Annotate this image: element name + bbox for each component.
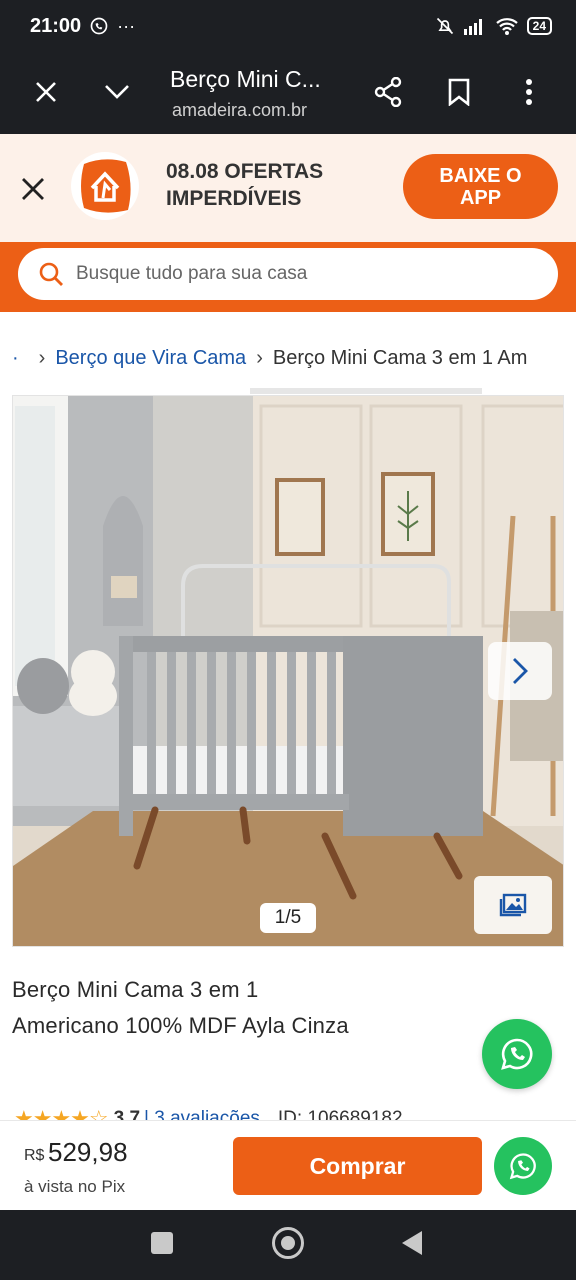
share-button[interactable]: [368, 72, 408, 112]
wifi-icon: [495, 18, 518, 35]
download-app-label-line1: BAIXE O: [439, 164, 522, 187]
price-value: 529,98: [48, 1137, 128, 1167]
status-time: 21:00: [30, 14, 82, 37]
download-app-label-line2: APP: [459, 186, 502, 209]
whatsapp-icon: [501, 1038, 533, 1070]
close-icon: [22, 178, 44, 200]
breadcrumb-link[interactable]: Berço que Vira Cama: [55, 347, 246, 370]
android-nav-bar: [0, 1210, 576, 1280]
price-note: à vista no Pix: [24, 1177, 126, 1196]
breadcrumb-overflow-marker: ·: [12, 346, 19, 369]
back-button[interactable]: [402, 1231, 422, 1255]
bookmark-icon: [448, 78, 470, 106]
whatsapp-float-button[interactable]: [482, 1019, 552, 1089]
search-band: Busque tudo para sua casa: [0, 242, 576, 312]
breadcrumb: · › Berço que Vira Cama › Berço Mini Cam…: [12, 340, 562, 376]
download-app-button[interactable]: BAIXE O APP: [403, 154, 558, 219]
promo-text-line2: IMPERDÍVEIS: [166, 187, 302, 210]
chevron-right-icon: [513, 658, 528, 684]
promo-text-line1: 08.08 OFERTAS: [166, 160, 324, 183]
buy-button[interactable]: Comprar: [233, 1137, 482, 1195]
madeira-logo-icon: [71, 152, 139, 220]
share-icon: [374, 77, 402, 107]
breadcrumb-scrollbar[interactable]: [250, 388, 482, 394]
whatsapp-icon: [509, 1153, 536, 1180]
product-title: Berço Mini Cama 3 em 1 Americano 100% MD…: [12, 972, 462, 1044]
status-right: 24: [435, 16, 552, 36]
breadcrumb-current: Berço Mini Cama 3 em 1 Am: [272, 346, 528, 369]
buy-button-label: Comprar: [309, 1152, 406, 1179]
product-image-carousel[interactable]: [12, 395, 564, 947]
close-tab-button[interactable]: [26, 72, 66, 112]
mute-bell-icon: [436, 17, 453, 35]
purchase-bar: R$ 529,98 à vista no Pix Comprar: [0, 1120, 576, 1210]
whatsapp-button[interactable]: [494, 1137, 552, 1195]
bookmark-button[interactable]: [439, 72, 479, 112]
open-gallery-button[interactable]: [474, 876, 552, 934]
promo-close-button[interactable]: [18, 174, 48, 204]
minimize-button[interactable]: [97, 72, 137, 112]
close-icon: [36, 82, 56, 102]
promo-text: 08.08 OFERTAS IMPERDÍVEIS: [166, 158, 323, 212]
status-left: 21:00 ···: [30, 15, 135, 38]
image-gallery-icon: [499, 893, 527, 917]
whatsapp-notification-icon: [90, 17, 108, 35]
more-options-button[interactable]: [509, 72, 549, 112]
status-more-dots: ···: [117, 15, 136, 36]
more-vert-icon: [526, 79, 532, 105]
next-image-button[interactable]: [488, 642, 552, 700]
crib-photo: [13, 396, 563, 946]
search-input[interactable]: Busque tudo para sua casa: [18, 248, 558, 300]
chevron-right-icon: ›: [38, 346, 46, 369]
tab-url[interactable]: amadeira.com.br: [172, 100, 307, 121]
battery-indicator: 24: [526, 17, 552, 35]
recents-button[interactable]: [151, 1232, 173, 1254]
browser-toolbar: Berço Mini C... amadeira.com.br: [0, 52, 576, 134]
chevron-right-icon: ›: [256, 346, 263, 369]
home-button[interactable]: [272, 1227, 304, 1259]
image-counter: 1/5: [260, 903, 316, 933]
tab-title: Berço Mini C...: [170, 66, 321, 92]
signal-icon: [463, 19, 482, 35]
price-currency: R$: [24, 1147, 45, 1164]
search-icon: [39, 262, 63, 286]
product-title-line2: Americano 100% MDF Ayla Cinza: [12, 1013, 349, 1038]
app-promo-banner: 08.08 OFERTAS IMPERDÍVEIS BAIXE O APP: [0, 134, 576, 242]
status-bar: 21:00 ··· 24: [0, 0, 576, 52]
product-title-line1: Berço Mini Cama 3 em 1: [12, 977, 259, 1002]
chevron-down-icon: [105, 85, 129, 99]
search-placeholder: Busque tudo para sua casa: [76, 263, 308, 284]
madeira-logo: [70, 150, 140, 222]
